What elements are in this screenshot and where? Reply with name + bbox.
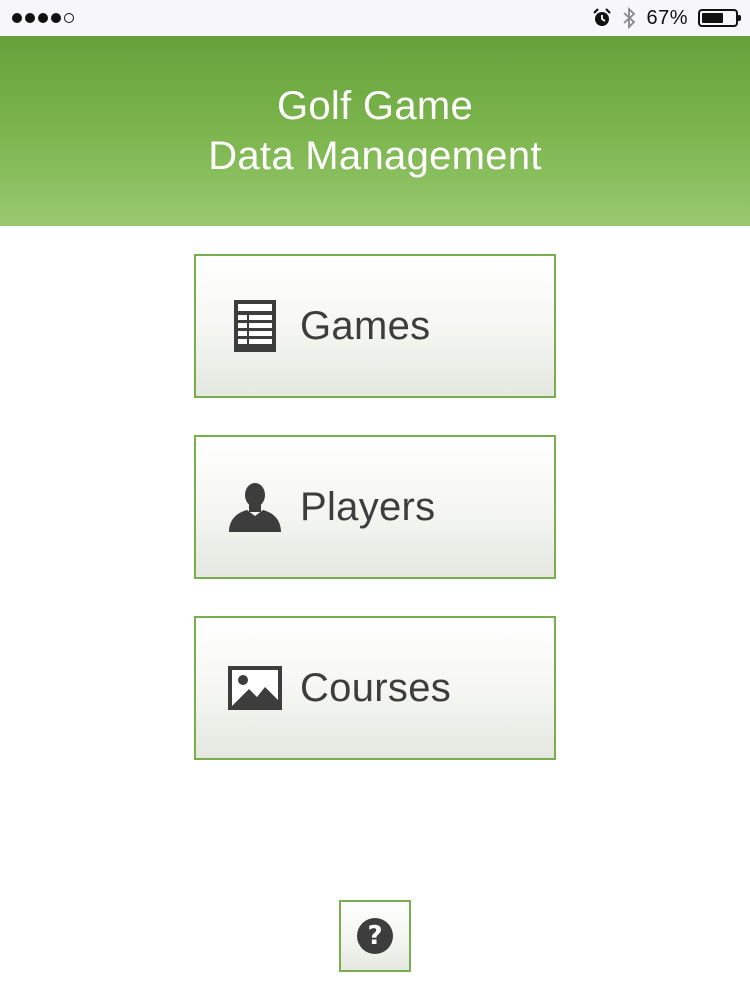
help-icon: ?: [357, 918, 393, 954]
bluetooth-icon: [622, 6, 636, 30]
games-button[interactable]: Games: [194, 254, 556, 398]
help-button[interactable]: ?: [339, 900, 411, 972]
players-button[interactable]: Players: [194, 435, 556, 579]
signal-strength-icon: [12, 13, 74, 23]
courses-button[interactable]: Courses: [194, 616, 556, 760]
games-button-label: Games: [300, 303, 431, 348]
alarm-icon: [592, 8, 612, 28]
status-bar: 67%: [0, 0, 750, 36]
table-icon: [226, 297, 284, 355]
header-title-line1: Golf Game: [276, 84, 474, 128]
status-right: 67%: [592, 6, 741, 30]
image-icon: [226, 659, 284, 717]
header-title-line2: Data Management: [208, 134, 542, 178]
app-header: Golf Game Data Management: [0, 36, 750, 226]
battery-percent: 67%: [646, 6, 688, 29]
courses-button-label: Courses: [300, 665, 452, 710]
person-icon: [226, 478, 284, 536]
battery-icon: [698, 9, 741, 27]
players-button-label: Players: [300, 484, 436, 529]
